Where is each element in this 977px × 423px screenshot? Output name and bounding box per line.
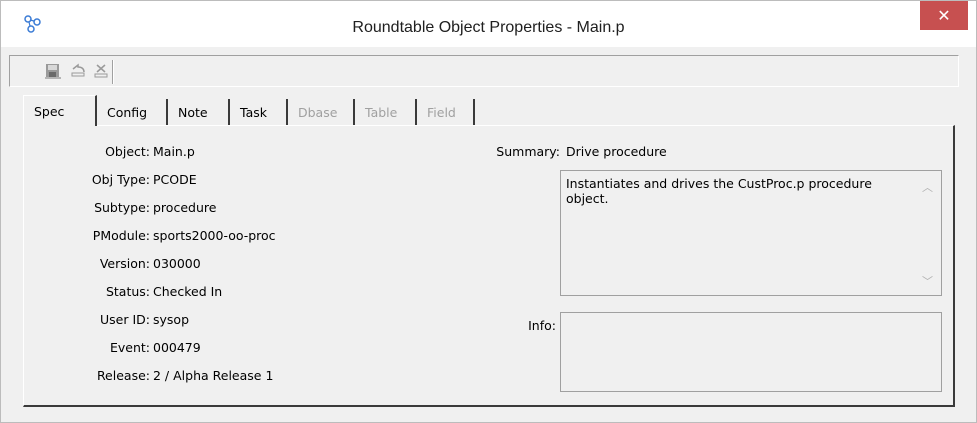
delete-button[interactable] (90, 61, 112, 83)
toolbar-separator (112, 60, 114, 84)
scroll-down-icon[interactable]: ﹀ (922, 273, 933, 289)
toolbar (9, 55, 959, 87)
tab-label: Field (427, 104, 456, 120)
subtype-value: procedure (153, 200, 217, 215)
scroll-up-icon[interactable]: ︿ (922, 179, 933, 195)
tab-note[interactable]: Note (168, 99, 230, 125)
close-button[interactable]: ✕ (920, 1, 968, 30)
obj-type-value: PCODE (153, 172, 197, 187)
user-id-value: sysop (153, 312, 190, 327)
description-textarea[interactable]: Instantiates and drives the CustProc.p p… (560, 170, 942, 296)
tab-dbase: Dbase (288, 99, 355, 125)
field-label: Event: (109, 340, 150, 355)
client-area: Spec Config Note Task Dbase Table Field (9, 47, 968, 416)
spec-panel: Object: Main.p Obj Type: PCODE Subtype: … (23, 125, 955, 407)
tab-field: Field (417, 99, 475, 125)
version-value: 030000 (153, 256, 201, 271)
field-label: Release: (96, 368, 150, 383)
tab-spec[interactable]: Spec (23, 95, 97, 126)
field-label: Version: (99, 256, 150, 271)
field-label: Obj Type: (91, 172, 150, 187)
status-value: Checked In (153, 284, 223, 299)
title-bar[interactable]: Roundtable Object Properties - Main.p ✕ (1, 1, 976, 47)
delete-icon (92, 62, 110, 83)
summary-value: Drive procedure (566, 144, 667, 159)
tab-label: Note (178, 104, 208, 120)
tab-table: Table (355, 99, 417, 125)
field-label: Object: (105, 144, 150, 159)
description-text: Instantiates and drives the CustProc.p p… (566, 176, 872, 206)
undo-icon (69, 62, 87, 83)
summary-label: Summary: (496, 144, 560, 159)
close-icon: ✕ (937, 7, 951, 25)
field-label: Status: (105, 284, 150, 299)
tab-label: Config (107, 104, 148, 120)
event-value: 000479 (153, 340, 201, 355)
tab-label: Task (240, 104, 267, 120)
properties-window: Roundtable Object Properties - Main.p ✕ (0, 0, 977, 423)
undo-button[interactable] (67, 61, 89, 83)
field-label: User ID: (100, 312, 150, 327)
field-label: Subtype: (94, 200, 150, 215)
tab-label: Dbase (298, 104, 338, 120)
info-label: Info: (528, 318, 556, 333)
field-label: PModule: (92, 228, 150, 243)
tab-label: Table (365, 104, 398, 120)
window-title: Roundtable Object Properties - Main.p (352, 19, 625, 36)
tab-task[interactable]: Task (230, 99, 288, 125)
release-value: 2 / Alpha Release 1 (153, 368, 274, 383)
tab-config[interactable]: Config (97, 99, 168, 125)
object-value: Main.p (153, 144, 195, 159)
save-icon (44, 62, 62, 83)
save-button[interactable] (42, 61, 64, 83)
pmodule-value: sports2000-oo-proc (153, 228, 276, 243)
tab-label: Spec (34, 103, 65, 119)
info-textarea[interactable] (560, 312, 942, 392)
